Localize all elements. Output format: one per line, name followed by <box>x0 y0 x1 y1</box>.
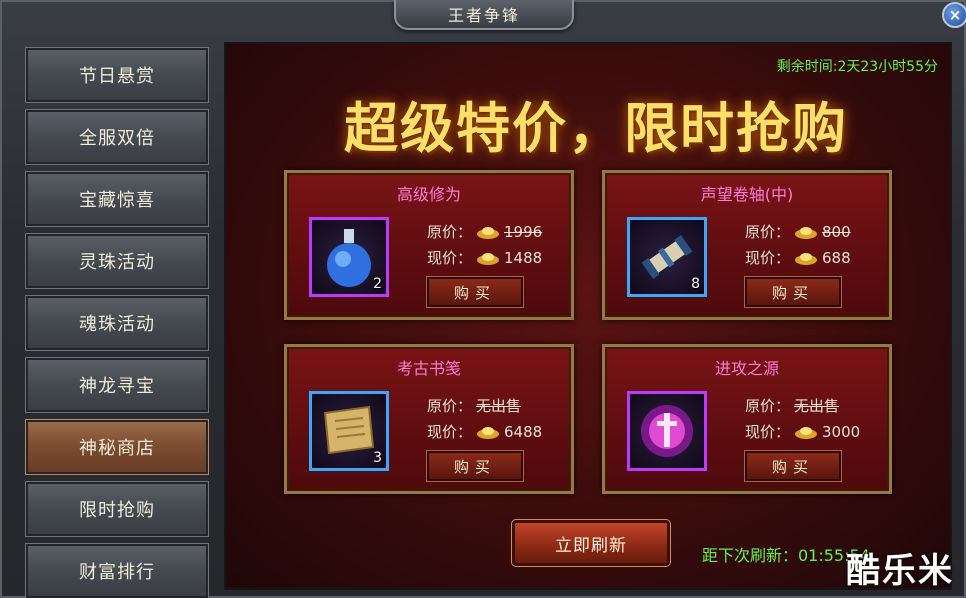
sidebar-item-holiday-bounty[interactable]: 节日悬赏 <box>25 47 209 103</box>
sidebar-item-treasure-surprise[interactable]: 宝藏惊喜 <box>25 171 209 227</box>
gold-ingot-icon <box>795 252 818 265</box>
original-price: 原价： 800 <box>745 222 851 242</box>
original-price: 原价： 无出售 <box>427 397 522 415</box>
sidebar-item-spirit-bead[interactable]: 灵珠活动 <box>25 233 209 289</box>
buy-button[interactable]: 购买 <box>744 276 842 308</box>
sidebar-item-server-double[interactable]: 全服双倍 <box>25 109 209 165</box>
current-price: 现价： 6488 <box>427 422 543 442</box>
blue-potion-icon <box>327 229 371 287</box>
gold-ingot-icon <box>795 226 818 239</box>
close-icon[interactable]: × <box>942 2 966 28</box>
buy-button[interactable]: 购买 <box>744 450 842 482</box>
sidebar-item-mystery-shop[interactable]: 神秘商店 <box>25 419 209 475</box>
gold-ingot-icon <box>477 252 500 265</box>
sidebar-item-wealth-ranking[interactable]: 财富排行 <box>25 543 209 598</box>
current-price: 现价： 688 <box>745 248 851 268</box>
buy-button[interactable]: 购买 <box>426 450 524 482</box>
item-name: 声望卷轴(中) <box>700 185 794 204</box>
item-slot[interactable] <box>627 391 707 471</box>
original-price: 原价： 无出售 <box>745 397 840 415</box>
shop-item-card: 声望卷轴(中) 8 原价： 800 现价： 688 购买 <box>602 170 892 320</box>
refresh-now-button[interactable]: 立即刷新 <box>511 519 671 567</box>
watermark-logo: 酷乐米 <box>846 551 954 591</box>
gold-ingot-icon <box>477 226 500 239</box>
sidebar-item-soul-bead[interactable]: 魂珠活动 <box>25 295 209 351</box>
remaining-time: 剩余时间:2天23小时55分 <box>776 59 938 75</box>
sale-banner: 超级特价，限时抢购 <box>344 95 848 160</box>
game-window: 王者争锋 × 节日悬赏 全服双倍 宝藏惊喜 灵珠活动 魂珠活动 神龙寻宝 神秘商… <box>0 0 966 598</box>
item-count: 3 <box>373 450 382 466</box>
current-price: 现价： 3000 <box>745 422 861 442</box>
item-slot[interactable]: 8 <box>627 217 707 297</box>
pink-orb-sword-icon <box>641 405 693 457</box>
scroll-case-icon <box>641 235 693 279</box>
shop-item-card: 高级修为 2 原价： 1996 现价： 1488 购买 <box>284 170 574 320</box>
sidebar-item-dragon-treasure[interactable]: 神龙寻宝 <box>25 357 209 413</box>
shop-item-card: 进攻之源 原价： 无出售 现价： 3000 购买 <box>602 344 892 494</box>
sidebar-item-flash-sale[interactable]: 限时抢购 <box>25 481 209 537</box>
item-slot[interactable]: 2 <box>309 217 389 297</box>
item-name: 进攻之源 <box>714 359 779 378</box>
gold-ingot-icon <box>795 426 818 439</box>
shop-item-card: 考古书笺 3 原价： 无出售 现价： 6488 购买 <box>284 344 574 494</box>
window-title: 王者争锋 <box>394 0 574 30</box>
parchment-icon <box>323 405 375 455</box>
item-count: 2 <box>373 276 382 292</box>
item-name: 考古书笺 <box>396 359 461 378</box>
original-price: 原价： 1996 <box>427 222 543 242</box>
shop-panel: 剩余时间:2天23小时55分 超级特价，限时抢购 高级修为 2 原价： 1996… <box>224 42 952 590</box>
item-count: 8 <box>691 276 700 292</box>
sidebar: 节日悬赏 全服双倍 宝藏惊喜 灵珠活动 魂珠活动 神龙寻宝 神秘商店 限时抢购 … <box>16 42 216 598</box>
item-slot[interactable]: 3 <box>309 391 389 471</box>
gold-ingot-icon <box>477 426 500 439</box>
current-price: 现价： 1488 <box>427 248 543 268</box>
buy-button[interactable]: 购买 <box>426 276 524 308</box>
next-refresh-timer: 距下次刷新：01:55:54 <box>702 546 870 565</box>
item-name: 高级修为 <box>396 185 461 204</box>
